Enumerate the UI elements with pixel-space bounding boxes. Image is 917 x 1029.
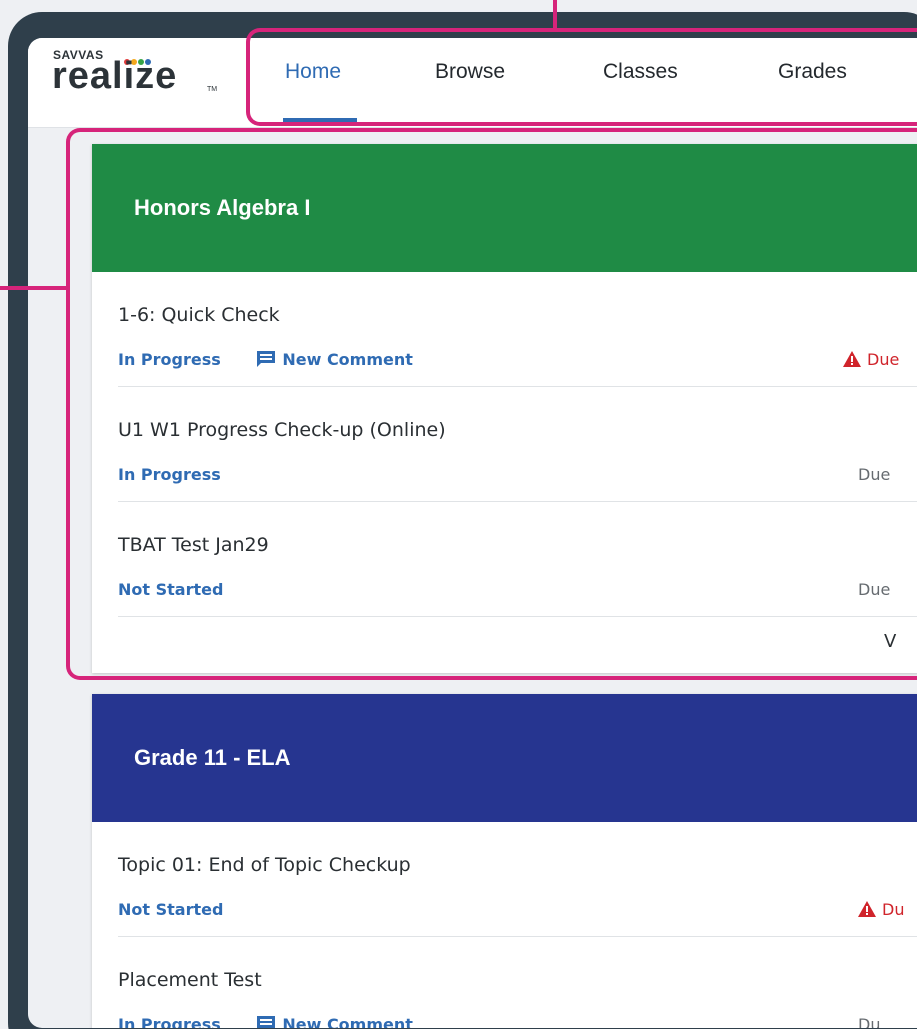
new-comment-label: New Comment: [282, 1015, 413, 1028]
class-card-grade11-ela: Grade 11 - ELA Topic 01: End of Topic Ch…: [92, 694, 917, 1028]
nav-highlight-box: [246, 28, 917, 126]
assignment-row[interactable]: Topic 01: End of Topic Checkup Not Start…: [118, 822, 917, 937]
savvas-realize-logo[interactable]: SAVVAS realize TM: [52, 48, 217, 108]
due-label: Du: [858, 1015, 881, 1028]
assignment-status: Not Started: [118, 900, 224, 919]
card-callout-line: [0, 286, 70, 290]
assignment-title[interactable]: Topic 01: End of Topic Checkup: [118, 854, 411, 876]
assignment-meta: In Progress New Comment: [118, 1015, 413, 1028]
new-comment-link[interactable]: New Comment: [256, 1015, 413, 1028]
logo-trademark: TM: [207, 86, 218, 93]
due-label: Du: [882, 900, 905, 919]
card-highlight-box: [66, 128, 917, 680]
assignment-title[interactable]: Placement Test: [118, 969, 262, 991]
class-name: Grade 11 - ELA: [134, 745, 291, 770]
logo-wordmark: realize: [52, 55, 178, 97]
comment-icon: [257, 1016, 276, 1028]
nav-callout-line: [553, 0, 557, 30]
class-card-header[interactable]: Grade 11 - ELA: [92, 694, 917, 822]
assignment-row[interactable]: Placement Test In Progress New Comment D…: [118, 937, 917, 1028]
due-date-overdue: Du: [858, 900, 904, 919]
warning-icon: [858, 901, 876, 917]
assignment-status: In Progress: [118, 1015, 221, 1028]
